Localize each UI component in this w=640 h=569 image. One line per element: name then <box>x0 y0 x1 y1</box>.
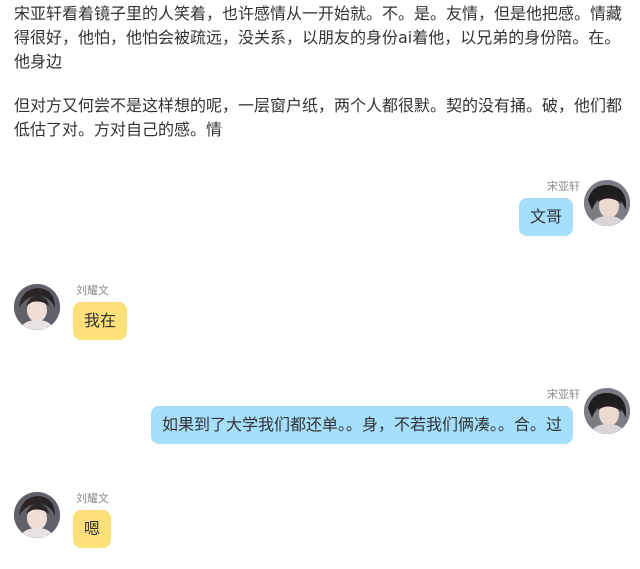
avatar-image <box>14 492 60 538</box>
sender-name: 刘耀文 <box>76 492 109 505</box>
avatar[interactable] <box>584 388 630 434</box>
chat-message: 宋亚轩 文哥 <box>0 178 640 238</box>
avatar[interactable] <box>14 284 60 330</box>
avatar-image <box>584 388 630 434</box>
message-bubble[interactable]: 嗯 <box>73 510 112 548</box>
avatar[interactable] <box>14 492 60 538</box>
story-paragraph-2: 但对方又何尝不是这样想的呢，一层窗户纸，两个人都很默。契的没有捅。破，他们都低估… <box>14 96 623 139</box>
message-bubble[interactable]: 如果到了大学我们都还单。。身，不若我们俩凑。。合。过 <box>150 406 573 444</box>
avatar-image <box>584 180 630 226</box>
sender-name: 宋亚轩 <box>547 180 580 193</box>
chat-message: 刘耀文 我在 <box>0 282 640 342</box>
message-bubble[interactable]: 文哥 <box>518 198 573 236</box>
sender-name: 刘耀文 <box>76 284 109 297</box>
avatar-image <box>14 284 60 330</box>
sender-name: 宋亚轩 <box>547 388 580 401</box>
story-text: 宋亚轩看着镜子里的人笑着，也许感情从一开始就。不。是。友情，但是他把感。情藏得很… <box>14 2 626 142</box>
chat-message: 刘耀文 嗯 <box>0 490 640 550</box>
chat-message: 宋亚轩 如果到了大学我们都还单。。身，不若我们俩凑。。合。过 <box>0 386 640 446</box>
story-paragraph-1: 宋亚轩看着镜子里的人笑着，也许感情从一开始就。不。是。友情，但是他把感。情藏得很… <box>14 4 623 71</box>
avatar[interactable] <box>584 180 630 226</box>
message-bubble[interactable]: 我在 <box>73 302 128 340</box>
